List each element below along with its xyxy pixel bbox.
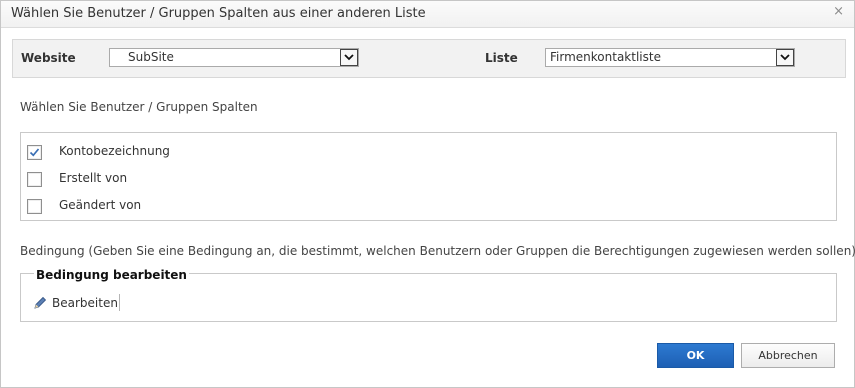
checkbox-label: Erstellt von: [59, 171, 128, 185]
edit-condition-label: Bearbeiten: [52, 296, 118, 310]
list-select-value: Firmenkontaktliste: [550, 50, 661, 64]
ok-button[interactable]: OK: [657, 343, 734, 368]
pencil-icon: [32, 295, 48, 314]
website-select-value: SubSite: [128, 50, 174, 64]
toolbar-divider: [119, 294, 120, 311]
condition-description: Bedingung (Geben Sie eine Bedingung an, …: [20, 244, 855, 258]
source-selector-bar: Website SubSite Liste Firmenkontaktliste: [12, 39, 846, 78]
condition-box-title: Bedingung bearbeiten: [34, 268, 189, 282]
dialog-titlebar: Wählen Sie Benutzer / Gruppen Spalten au…: [1, 1, 854, 28]
close-icon[interactable]: ×: [833, 4, 844, 19]
list-select[interactable]: Firmenkontaktliste: [545, 48, 795, 67]
column-checkbox-list: Kontobezeichnung Erstellt von Geändert v…: [20, 132, 837, 221]
condition-edit-box: Bedingung bearbeiten Bearbeiten: [20, 268, 837, 322]
checkbox-geaendert-von[interactable]: [27, 199, 42, 214]
website-label: Website: [21, 51, 76, 65]
dialog-title: Wählen Sie Benutzer / Gruppen Spalten au…: [11, 6, 426, 21]
chevron-down-icon[interactable]: [340, 49, 358, 66]
checkbox-erstellt-von[interactable]: [27, 172, 42, 187]
chevron-down-icon[interactable]: [776, 49, 794, 66]
checkbox-label: Geändert von: [59, 198, 142, 212]
checkbox-label: Kontobezeichnung: [59, 144, 170, 158]
columns-heading: Wählen Sie Benutzer / Gruppen Spalten: [20, 100, 258, 114]
cancel-button[interactable]: Abbrechen: [741, 343, 835, 368]
list-label: Liste: [485, 51, 518, 65]
website-select[interactable]: SubSite: [109, 48, 359, 67]
checkbox-kontobezeichnung[interactable]: [27, 145, 42, 160]
dialog: Wählen Sie Benutzer / Gruppen Spalten au…: [0, 0, 855, 388]
